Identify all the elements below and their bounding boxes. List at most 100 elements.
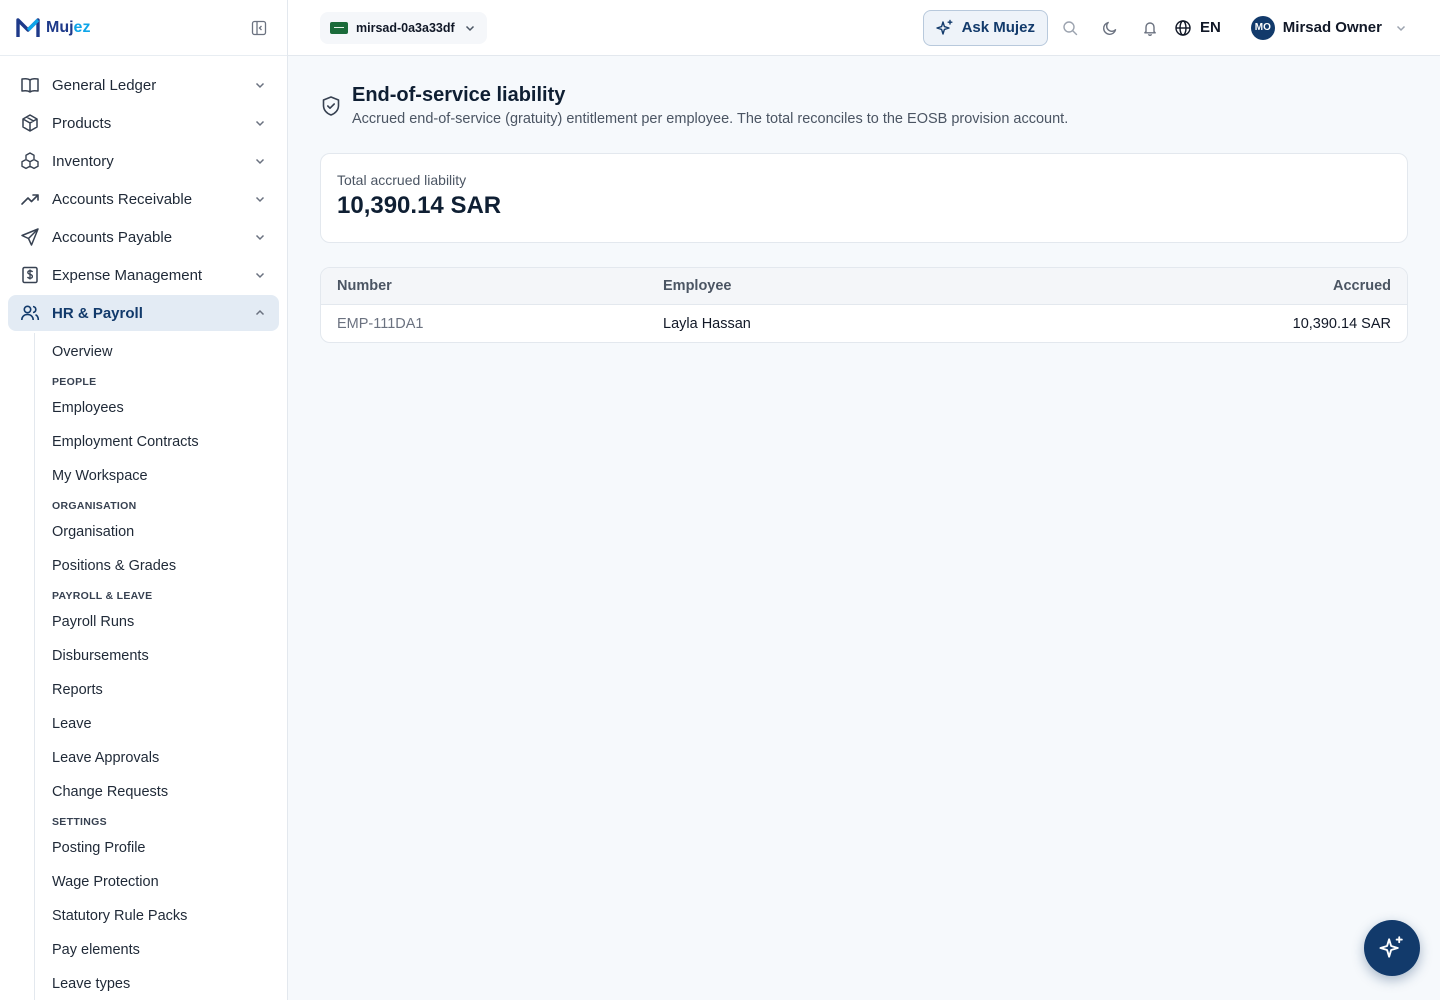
sidebar-item-label: General Ledger	[52, 76, 157, 94]
bell-icon	[1142, 20, 1158, 36]
panel-left-icon	[251, 20, 267, 35]
globe-icon	[1174, 19, 1192, 37]
package-icon	[20, 113, 40, 133]
subnav-item-disbursements[interactable]: Disbursements	[52, 639, 279, 673]
brand-name: Mujez	[46, 18, 91, 36]
moon-icon	[1102, 20, 1118, 36]
ask-mujez-label: Ask Mujez	[961, 19, 1035, 36]
topbar-actions: Ask Mujez EN MO Mirsad Owner	[922, 8, 1408, 48]
subnav-item-positions-grades[interactable]: Positions & Grades	[52, 549, 279, 583]
table-header: Number Employee Accrued	[321, 268, 1407, 305]
org-name: mirsad-0a3a33df	[356, 20, 455, 35]
table-body: EMP-111DA1 Layla Hassan 10,390.14 SAR	[321, 305, 1407, 342]
sidebar-item-accounts-payable[interactable]: Accounts Payable	[8, 219, 279, 255]
sidebar: Mujez General Ledger Products Inventory	[0, 0, 288, 1000]
column-header-accrued[interactable]: Accrued	[1191, 278, 1391, 294]
sidebar-collapse-button[interactable]	[247, 16, 271, 40]
chevron-down-icon	[253, 116, 267, 130]
subnav-item-statutory-rule-packs[interactable]: Statutory Rule Packs	[52, 899, 279, 933]
subnav-item-leave[interactable]: Leave	[52, 707, 279, 741]
cell-accrued: 10,390.14 SAR	[1292, 315, 1391, 332]
chevron-down-icon	[253, 154, 267, 168]
chevron-down-icon	[253, 268, 267, 282]
subnav-item-employees[interactable]: Employees	[52, 391, 279, 425]
receipt-icon	[20, 265, 40, 285]
subnav-item-employment-contracts[interactable]: Employment Contracts	[52, 425, 279, 459]
total-liability-label: Total accrued liability	[337, 172, 467, 188]
theme-toggle-button[interactable]	[1090, 8, 1130, 48]
user-menu[interactable]: MO Mirsad Owner	[1250, 15, 1408, 40]
send-icon	[20, 227, 40, 247]
sidebar-item-general-ledger[interactable]: General Ledger	[8, 67, 279, 103]
subnav-section-payroll-leave: PAYROLL & LEAVE	[52, 590, 153, 602]
table-row[interactable]: EMP-111DA1 Layla Hassan 10,390.14 SAR	[321, 305, 1407, 342]
sparkles-icon	[935, 19, 954, 37]
sidebar-item-hr-payroll[interactable]: HR & Payroll	[8, 295, 279, 331]
topbar: mirsad-0a3a33df Ask Mujez EN MO Mirsad O…	[288, 0, 1440, 56]
sidebar-item-inventory[interactable]: Inventory	[8, 143, 279, 179]
shield-check-icon	[320, 95, 342, 117]
ask-mujez-button[interactable]: Ask Mujez	[922, 9, 1048, 46]
chevron-down-icon	[253, 192, 267, 206]
ask-assistant-fab[interactable]	[1364, 920, 1420, 976]
sidebar-item-label: Accounts Payable	[52, 228, 173, 246]
users-icon	[20, 303, 40, 323]
subnav-item-leave-types[interactable]: Leave types	[52, 967, 279, 1000]
sidebar-nav: General Ledger Products Inventory Accoun…	[0, 56, 287, 1000]
sidebar-item-label: Inventory	[52, 152, 114, 170]
cell-employee: Layla Hassan	[663, 315, 751, 332]
language-label: EN	[1199, 19, 1221, 36]
logo[interactable]: Mujez	[16, 17, 90, 39]
liability-table: Number Employee Accrued EMP-111DA1 Layla…	[320, 267, 1408, 343]
search-button[interactable]	[1050, 8, 1090, 48]
chevron-down-icon	[253, 78, 267, 92]
sparkles-icon	[1379, 935, 1405, 961]
sidebar-item-expense-management[interactable]: Expense Management	[8, 257, 279, 293]
chevron-down-icon	[463, 21, 477, 35]
org-switcher[interactable]: mirsad-0a3a33df	[320, 11, 487, 44]
chevron-down-icon	[253, 230, 267, 244]
subnav-item-change-requests[interactable]: Change Requests	[52, 775, 279, 809]
sidebar-item-label: Expense Management	[52, 266, 203, 284]
page-title: End-of-service liability	[352, 84, 566, 106]
book-open-icon	[20, 75, 40, 95]
column-header-number[interactable]: Number	[337, 278, 663, 294]
main-content: End-of-service liability Accrued end-of-…	[320, 80, 1408, 343]
page-header: End-of-service liability Accrued end-of-…	[320, 80, 1408, 127]
subnav-item-wage-protection[interactable]: Wage Protection	[52, 865, 279, 899]
sidebar-item-accounts-receivable[interactable]: Accounts Receivable	[8, 181, 279, 217]
hr-payroll-subnav: Overview PEOPLE Employees Employment Con…	[34, 333, 279, 1000]
chevron-down-icon	[1394, 21, 1408, 35]
boxes-icon	[20, 151, 40, 171]
subnav-item-organisation[interactable]: Organisation	[52, 515, 279, 549]
subnav-section-organisation: ORGANISATION	[52, 500, 137, 512]
subnav-item-payroll-runs[interactable]: Payroll Runs	[52, 605, 279, 639]
subnav-section-people: PEOPLE	[52, 376, 97, 388]
subnav-item-reports[interactable]: Reports	[52, 673, 279, 707]
subnav-item-pay-elements[interactable]: Pay elements	[52, 933, 279, 967]
page-subtitle: Accrued end-of-service (gratuity) entitl…	[352, 111, 1069, 127]
search-icon	[1062, 20, 1078, 36]
total-liability-value: 10,390.14 SAR	[337, 192, 502, 219]
saudi-flag-icon	[330, 21, 348, 34]
subnav-item-leave-approvals[interactable]: Leave Approvals	[52, 741, 279, 775]
sidebar-item-products[interactable]: Products	[8, 105, 279, 141]
sidebar-item-label: HR & Payroll	[52, 304, 143, 322]
language-switcher[interactable]: EN	[1174, 19, 1221, 37]
sidebar-item-label: Products	[52, 114, 112, 132]
column-header-employee[interactable]: Employee	[663, 278, 1191, 294]
cell-number: EMP-111DA1	[337, 315, 424, 332]
notifications-button[interactable]	[1130, 8, 1170, 48]
trending-up-icon	[20, 189, 40, 209]
user-name: Mirsad Owner	[1282, 19, 1382, 36]
subnav-item-overview[interactable]: Overview	[52, 335, 279, 369]
subnav-section-settings: SETTINGS	[52, 816, 107, 828]
brand-bar: Mujez	[0, 0, 287, 56]
sidebar-item-label: Accounts Receivable	[52, 190, 193, 208]
chevron-up-icon	[253, 306, 267, 320]
subnav-item-my-workspace[interactable]: My Workspace	[52, 459, 279, 493]
total-liability-card: Total accrued liability 10,390.14 SAR	[320, 153, 1408, 243]
avatar: MO	[1250, 15, 1275, 40]
subnav-item-posting-profile[interactable]: Posting Profile	[52, 831, 279, 865]
mujez-logo-icon	[16, 17, 40, 37]
